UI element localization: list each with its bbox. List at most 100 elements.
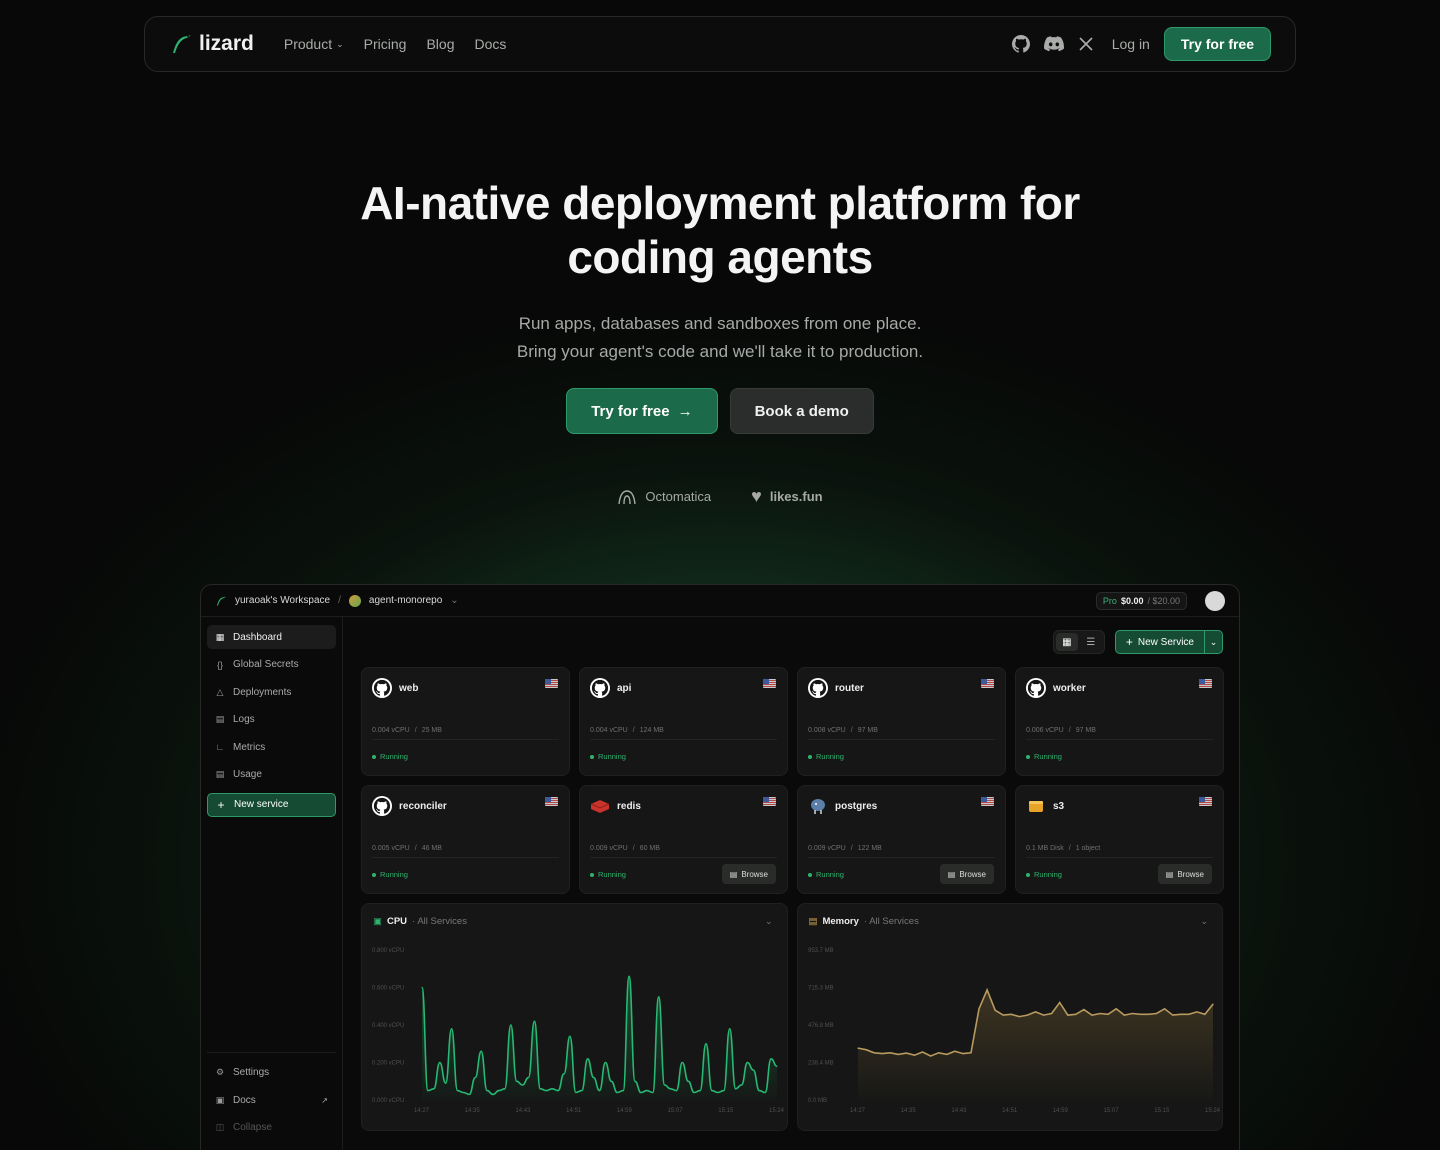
- data-point: [1066, 1014, 1068, 1016]
- chevron-down-icon[interactable]: ⌄: [1204, 631, 1222, 653]
- service-mem: 60 MB: [639, 845, 660, 852]
- logs-icon: ▤: [215, 714, 225, 724]
- chevron-down-icon[interactable]: ⌄: [765, 916, 773, 927]
- sidebar-item-global-secrets[interactable]: {} Global Secrets: [207, 653, 336, 677]
- chevron-down-icon[interactable]: ⌄: [450, 595, 458, 606]
- github-icon[interactable]: [1011, 35, 1030, 53]
- data-point: [563, 1073, 565, 1075]
- x-tick-label: 14:51: [566, 1108, 582, 1114]
- nav-product[interactable]: Product ⌄: [284, 36, 344, 52]
- nav-pricing[interactable]: Pricing: [364, 36, 407, 52]
- data-point: [498, 1090, 500, 1092]
- discord-icon[interactable]: [1043, 36, 1064, 52]
- data-point: [1139, 1013, 1141, 1015]
- data-point: [856, 1047, 859, 1049]
- nav-docs[interactable]: Docs: [474, 36, 506, 52]
- book-icon: ▣: [215, 1094, 225, 1105]
- x-icon[interactable]: [1078, 36, 1094, 52]
- service-cpu: 0.008 vCPU: [808, 727, 846, 734]
- service-card-api[interactable]: api 0.004 vCPU / 124 MB Running: [579, 667, 788, 776]
- data-point: [735, 1088, 737, 1090]
- service-card-s3[interactable]: s3 0.1 MB Disk / 1 object Running ▤ Browse: [1015, 785, 1224, 894]
- data-point: [1211, 1003, 1214, 1005]
- card-divider: [590, 739, 777, 740]
- sidebar-item-usage[interactable]: ▤ Usage: [207, 763, 336, 787]
- sidebar-item-label: Logs: [233, 714, 255, 725]
- hero-title-line2: coding agents: [567, 231, 873, 283]
- us-flag-icon: [545, 679, 558, 688]
- service-card-postgres[interactable]: postgres 0.009 vCPU / 122 MB Running ▤ Browse: [797, 785, 1006, 894]
- new-service-button[interactable]: + New Service ⌄: [1114, 630, 1223, 654]
- sidebar-item-label: Dashboard: [233, 631, 282, 643]
- view-toggle: ▦ ☰: [1052, 630, 1105, 654]
- service-name: web: [399, 682, 419, 694]
- data-point: [921, 1051, 923, 1053]
- card-divider: [808, 857, 995, 858]
- customer-likes-fun: ♥ likes.fun: [751, 486, 822, 507]
- hero-try-free-button[interactable]: Try for free →: [566, 388, 718, 434]
- heart-icon: ♥: [751, 486, 762, 506]
- service-status-label: Running: [598, 752, 626, 761]
- github-icon: [590, 678, 610, 698]
- data-point: [969, 1052, 972, 1054]
- nav-try-free-button[interactable]: Try for free: [1163, 27, 1271, 61]
- sidebar-item-logs[interactable]: ▤ Logs: [207, 708, 336, 732]
- lizard-logo-icon: [173, 35, 191, 53]
- nav-links: Product ⌄ Pricing Blog Docs: [284, 36, 507, 52]
- service-card-redis[interactable]: redis 0.009 vCPU / 60 MB Running ▤ Browse: [579, 785, 788, 894]
- x-tick-label: 14:27: [850, 1108, 866, 1114]
- main-toolbar: ▦ ☰ + New Service ⌄: [361, 617, 1223, 667]
- data-point: [746, 1061, 748, 1064]
- service-card-reconciler[interactable]: reconciler 0.005 vCPU / 46 MB Running: [361, 785, 570, 894]
- data-point: [1010, 1013, 1012, 1015]
- user-avatar[interactable]: [1205, 590, 1225, 611]
- new-service-label: New Service: [1137, 636, 1194, 648]
- breadcrumb-separator: /: [338, 595, 341, 606]
- project-name[interactable]: agent-monorepo: [369, 595, 442, 606]
- s3-icon: [1026, 796, 1046, 816]
- metric-separator: /: [1068, 845, 1071, 852]
- sidebar-item-collapse[interactable]: ◫ Collapse: [207, 1116, 336, 1140]
- sidebar-item-dashboard[interactable]: ▦ Dashboard: [207, 625, 336, 649]
- service-status: Running: [808, 752, 844, 761]
- service-status-label: Running: [816, 870, 844, 879]
- data-point: [539, 1088, 541, 1090]
- service-card-web[interactable]: web 0.004 vCPU / 25 MB Running: [361, 667, 570, 776]
- y-tick-label: 715.3 MB: [808, 986, 834, 992]
- sidebar-new-service-button[interactable]: + New service: [207, 792, 336, 817]
- series-area: [857, 989, 1213, 1100]
- brand-logo[interactable]: lizard: [169, 32, 254, 56]
- data-point: [551, 1088, 553, 1090]
- login-link[interactable]: Log in: [1112, 36, 1150, 52]
- data-point: [557, 1090, 559, 1092]
- list-view-icon[interactable]: ☰: [1080, 633, 1102, 651]
- us-flag-icon: [981, 679, 994, 688]
- data-point: [1058, 1001, 1060, 1004]
- y-tick-label: 953.7 MB: [808, 948, 834, 954]
- service-cpu: 0.005 vCPU: [372, 845, 410, 852]
- grid-view-icon[interactable]: ▦: [1055, 633, 1078, 651]
- chevron-down-icon[interactable]: ⌄: [1200, 916, 1208, 927]
- data-point: [1002, 1014, 1004, 1016]
- data-point: [873, 1052, 875, 1054]
- sidebar-item-docs[interactable]: ▣ Docs ↗: [207, 1088, 336, 1112]
- book-demo-button[interactable]: Book a demo: [729, 388, 874, 434]
- new-service-main[interactable]: + New Service: [1116, 631, 1204, 653]
- sidebar-item-deployments[interactable]: △ Deployments: [207, 680, 336, 704]
- workspace-name[interactable]: yuraoak's Workspace: [235, 595, 330, 606]
- service-name: worker: [1053, 682, 1086, 694]
- browse-button[interactable]: ▤ Browse: [721, 864, 776, 884]
- nav-blog[interactable]: Blog: [426, 36, 454, 52]
- service-card-router[interactable]: router 0.008 vCPU / 97 MB Running: [797, 667, 1006, 776]
- browse-button[interactable]: ▤ Browse: [939, 864, 994, 884]
- plan-badge[interactable]: Pro $0.00 / $20.00: [1095, 591, 1187, 610]
- service-metrics: 0.1 MB Disk / 1 object: [1026, 845, 1100, 852]
- sidebar-item-settings[interactable]: ⚙ Settings: [207, 1061, 336, 1085]
- data-point: [699, 1090, 701, 1092]
- service-card-worker[interactable]: worker 0.006 vCPU / 97 MB Running: [1015, 667, 1224, 776]
- sidebar-item-metrics[interactable]: ∟ Metrics: [207, 735, 336, 759]
- card-divider: [590, 857, 777, 858]
- browse-button[interactable]: ▤ Browse: [1157, 864, 1212, 884]
- memory-chart-plot: 953.7 MB 715.3 MB 476.8 MB 238.4 MB 0.0 MB 14…: [808, 948, 1221, 1114]
- service-cpu: 0.009 vCPU: [808, 845, 846, 852]
